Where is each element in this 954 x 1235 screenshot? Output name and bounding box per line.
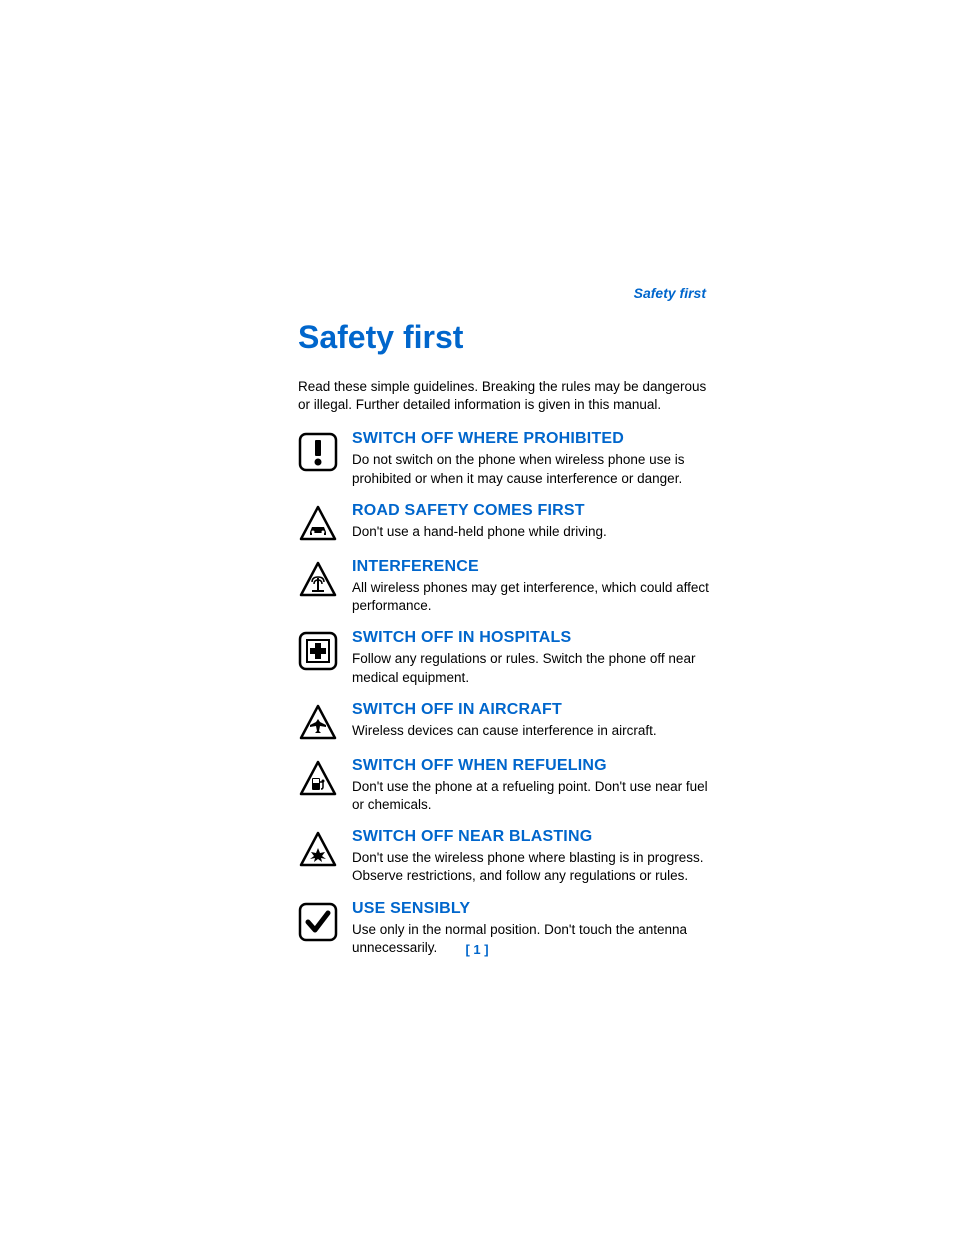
safety-item: SWITCH OFF WHEN REFUELING Don't use the … — [298, 757, 714, 814]
item-title: SWITCH OFF IN AIRCRAFT — [352, 701, 714, 719]
page-number: [ 1 ] — [0, 942, 954, 957]
safety-item: SWITCH OFF IN HOSPITALS Follow any regul… — [298, 629, 714, 686]
intro-text: Read these simple guidelines. Breaking t… — [298, 378, 714, 414]
exclamation-icon — [298, 432, 338, 472]
item-title: USE SENSIBLY — [352, 900, 714, 918]
item-title: INTERFERENCE — [352, 558, 714, 576]
aircraft-warning-icon — [298, 703, 338, 743]
item-desc: Don't use a hand-held phone while drivin… — [352, 523, 714, 541]
safety-item: ROAD SAFETY COMES FIRST Don't use a hand… — [298, 502, 714, 544]
safety-item: SWITCH OFF IN AIRCRAFT Wireless devices … — [298, 701, 714, 743]
fuel-warning-icon — [298, 759, 338, 799]
item-title: SWITCH OFF IN HOSPITALS — [352, 629, 714, 647]
item-title: SWITCH OFF NEAR BLASTING — [352, 828, 714, 846]
item-title: SWITCH OFF WHEN REFUELING — [352, 757, 714, 775]
item-desc: Follow any regulations or rules. Switch … — [352, 650, 714, 686]
blast-warning-icon — [298, 830, 338, 870]
item-desc: Wireless devices can cause interference … — [352, 722, 714, 740]
safety-item: SWITCH OFF NEAR BLASTING Don't use the w… — [298, 828, 714, 885]
item-title: SWITCH OFF WHERE PROHIBITED — [352, 430, 714, 448]
checkmark-icon — [298, 902, 338, 942]
car-warning-icon — [298, 504, 338, 544]
item-title: ROAD SAFETY COMES FIRST — [352, 502, 714, 520]
header-section-label: Safety first — [298, 285, 714, 301]
hospital-icon — [298, 631, 338, 671]
page-title: Safety first — [298, 319, 714, 356]
item-desc: Don't use the phone at a refueling point… — [352, 778, 714, 814]
item-desc: Do not switch on the phone when wireless… — [352, 451, 714, 487]
item-desc: All wireless phones may get interference… — [352, 579, 714, 615]
safety-item: INTERFERENCE All wireless phones may get… — [298, 558, 714, 615]
antenna-warning-icon — [298, 560, 338, 600]
safety-item: SWITCH OFF WHERE PROHIBITED Do not switc… — [298, 430, 714, 487]
item-desc: Don't use the wireless phone where blast… — [352, 849, 714, 885]
